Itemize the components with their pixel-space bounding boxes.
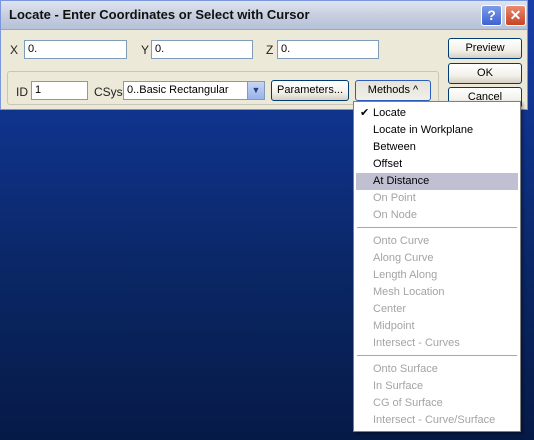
parameters-button[interactable]: Parameters... bbox=[271, 80, 349, 101]
x-input[interactable]: 0. bbox=[24, 40, 127, 59]
z-label: Z bbox=[266, 43, 274, 57]
menu-item-locate-in-workplane[interactable]: Locate in Workplane bbox=[356, 122, 518, 139]
y-input[interactable]: 0. bbox=[151, 40, 253, 59]
menu-item-onto-surface: Onto Surface bbox=[356, 361, 518, 378]
locate-dialog: Locate - Enter Coordinates or Select wit… bbox=[0, 0, 528, 110]
menu-item-mesh-location: Mesh Location bbox=[356, 284, 518, 301]
csys-select-value: 0..Basic Rectangular bbox=[127, 84, 229, 96]
menu-item-label: CG of Surface bbox=[373, 397, 443, 409]
checkmark-icon: ✔ bbox=[360, 107, 370, 119]
menu-item-label: Locate in Workplane bbox=[373, 124, 474, 136]
menu-item-label: Onto Surface bbox=[373, 363, 438, 375]
z-input[interactable]: 0. bbox=[277, 40, 379, 59]
menu-item-center: Center bbox=[356, 301, 518, 318]
menu-item-label: On Node bbox=[373, 209, 418, 221]
y-label: Y bbox=[141, 43, 150, 57]
x-label: X bbox=[10, 43, 19, 57]
id-label: ID bbox=[16, 85, 28, 99]
menu-item-midpoint: Midpoint bbox=[356, 318, 518, 335]
menu-item-at-distance[interactable]: At Distance bbox=[356, 173, 518, 190]
menu-item-between[interactable]: Between bbox=[356, 139, 518, 156]
menu-item-label: In Surface bbox=[373, 380, 424, 392]
menu-item-onto-curve: Onto Curve bbox=[356, 233, 518, 250]
menu-item-label: At Distance bbox=[373, 175, 430, 187]
menu-item-label: Onto Curve bbox=[373, 235, 430, 247]
menu-item-label: Length Along bbox=[373, 269, 438, 281]
menu-item-label: Locate bbox=[373, 107, 407, 119]
ok-button[interactable]: OK bbox=[448, 63, 522, 84]
menu-item-intersect-curve-surface: Intersect - Curve/Surface bbox=[356, 412, 518, 429]
menu-item-cg-of-surface: CG of Surface bbox=[356, 395, 518, 412]
menu-item-intersect-curves: Intersect - Curves bbox=[356, 335, 518, 352]
chevron-down-icon[interactable]: ▼ bbox=[247, 82, 264, 99]
window-title: Locate - Enter Coordinates or Select wit… bbox=[9, 7, 310, 22]
menu-item-on-node: On Node bbox=[356, 207, 518, 224]
csys-select[interactable]: 0..Basic Rectangular ▼ bbox=[123, 81, 265, 100]
menu-item-label: Along Curve bbox=[373, 252, 434, 264]
menu-separator bbox=[357, 355, 517, 357]
id-input[interactable]: 1 bbox=[31, 81, 88, 100]
menu-item-label: Intersect - Curves bbox=[373, 337, 460, 349]
preview-button[interactable]: Preview bbox=[448, 38, 522, 59]
menu-item-label: Center bbox=[373, 303, 407, 315]
methods-menu: ✔ Locate Locate in Workplane Between Off… bbox=[353, 101, 521, 432]
methods-button[interactable]: Methods ^ bbox=[355, 80, 431, 101]
csys-label: CSys bbox=[94, 85, 123, 99]
menu-separator bbox=[357, 227, 517, 229]
menu-item-label: Between bbox=[373, 141, 416, 153]
title-bar[interactable]: Locate - Enter Coordinates or Select wit… bbox=[1, 1, 527, 30]
close-button[interactable]: ✕ bbox=[505, 5, 526, 26]
menu-item-along-curve: Along Curve bbox=[356, 250, 518, 267]
menu-item-label: Midpoint bbox=[373, 320, 415, 332]
menu-item-label: Mesh Location bbox=[373, 286, 445, 298]
menu-item-label: On Point bbox=[373, 192, 416, 204]
menu-item-label: Intersect - Curve/Surface bbox=[373, 414, 496, 426]
menu-item-length-along: Length Along bbox=[356, 267, 518, 284]
help-button[interactable]: ? bbox=[481, 5, 502, 26]
menu-item-locate[interactable]: ✔ Locate bbox=[356, 105, 518, 122]
menu-item-offset[interactable]: Offset bbox=[356, 156, 518, 173]
menu-item-label: Offset bbox=[373, 158, 403, 170]
menu-item-in-surface: In Surface bbox=[356, 378, 518, 395]
menu-item-on-point: On Point bbox=[356, 190, 518, 207]
